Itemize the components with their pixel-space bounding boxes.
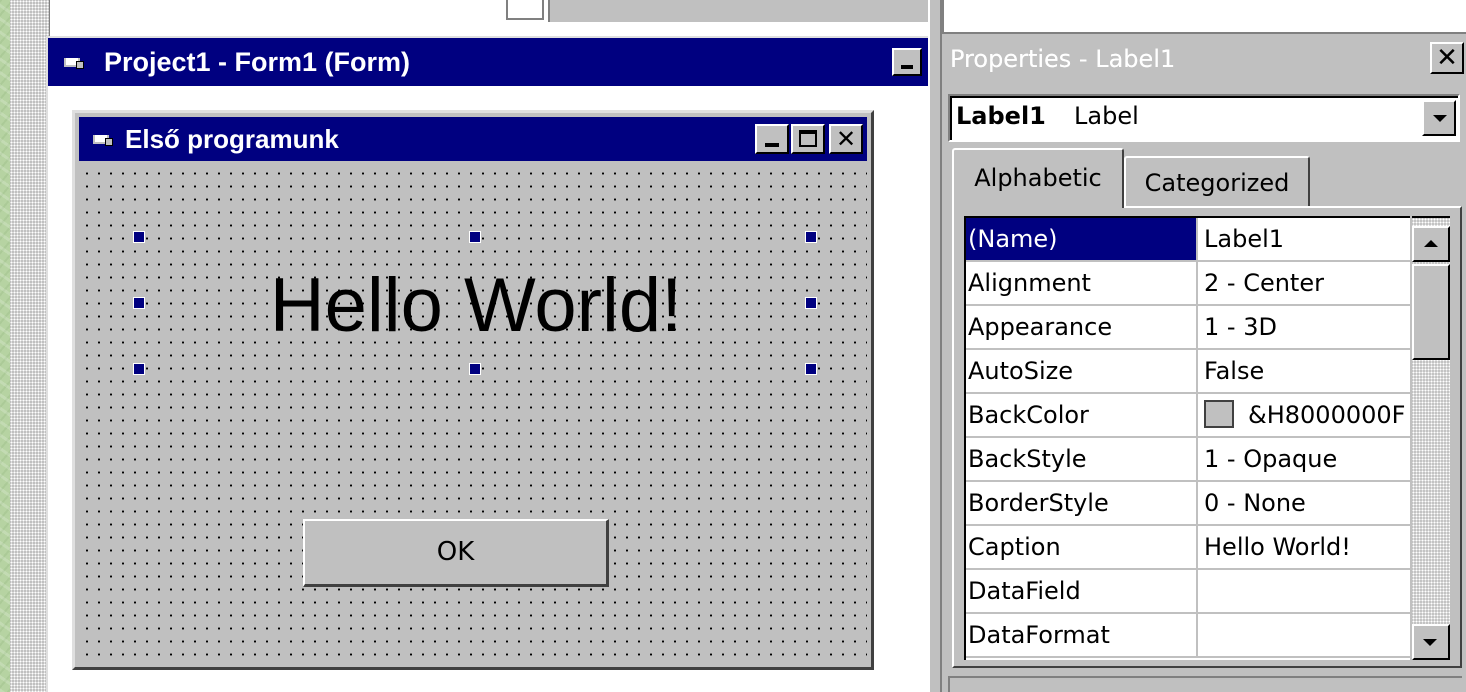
property-grid: (Name) Label1 Alignment 2 - Center Appearanc… — [964, 216, 1410, 660]
form1-close-button[interactable]: ✕ — [829, 124, 863, 154]
properties-window: Properties - Label1 ✕ Label1 Label Alpha… — [942, 0, 1466, 692]
resize-handle[interactable] — [133, 231, 145, 243]
ide-top-panel — [548, 0, 928, 22]
scroll-down-icon — [1423, 639, 1437, 646]
minimize-icon — [901, 65, 913, 69]
resize-handle[interactable] — [469, 363, 481, 375]
property-value-text: &H8000000F — [1248, 401, 1406, 429]
property-row[interactable]: BackColor &H8000000F — [966, 394, 1410, 438]
object-selector-dropdown-button[interactable] — [1422, 100, 1456, 136]
dropdown-arrow-icon — [1433, 115, 1447, 122]
property-value[interactable]: &H8000000F — [1200, 394, 1410, 436]
property-row[interactable]: BorderStyle 0 - None — [966, 482, 1410, 526]
ide-mdi-area: Project1 - Form1 (Form) Első programunk — [10, 0, 928, 692]
property-row[interactable]: (Name) Label1 — [966, 218, 1410, 262]
property-row[interactable]: Appearance 1 - 3D — [966, 306, 1410, 350]
form1-window[interactable]: Első programunk ✕ Hello World! OK — [72, 110, 874, 670]
form-icon — [91, 129, 115, 147]
tab-categorized[interactable]: Categorized — [1124, 156, 1310, 206]
selected-object-name: Label1 — [956, 102, 1046, 130]
form1-minimize-button[interactable] — [755, 124, 789, 154]
resize-handle[interactable] — [133, 363, 145, 375]
property-value[interactable]: 0 - None — [1200, 482, 1410, 524]
property-grid-scrollbar[interactable] — [1412, 216, 1450, 660]
scroll-up-icon — [1424, 240, 1438, 247]
property-value[interactable]: False — [1200, 350, 1410, 392]
property-name[interactable]: DataField — [966, 570, 1198, 612]
close-icon: ✕ — [835, 125, 857, 153]
property-value[interactable]: 2 - Center — [1200, 262, 1410, 304]
resize-handle[interactable] — [805, 231, 817, 243]
property-name[interactable]: AutoSize — [966, 350, 1198, 392]
property-row[interactable]: AutoSize False — [966, 350, 1410, 394]
scroll-down-button[interactable] — [1412, 624, 1450, 660]
form1-titlebar[interactable]: Első programunk ✕ — [79, 117, 867, 161]
resize-handle[interactable] — [805, 297, 817, 309]
property-name[interactable]: Appearance — [966, 306, 1198, 348]
form1-maximize-button[interactable] — [791, 124, 825, 154]
property-value[interactable]: 1 - 3D — [1200, 306, 1410, 348]
property-value[interactable]: Hello World! — [1200, 526, 1410, 568]
resize-handle[interactable] — [805, 363, 817, 375]
property-row[interactable]: Caption Hello World! — [966, 526, 1410, 570]
property-name[interactable]: BackColor — [966, 394, 1198, 436]
property-value[interactable] — [1200, 570, 1410, 612]
property-grid-frame: (Name) Label1 Alignment 2 - Center Appearanc… — [952, 206, 1462, 668]
scrollbar-thumb[interactable] — [1412, 264, 1450, 360]
properties-description-pane — [948, 676, 1462, 692]
properties-close-button[interactable]: ✕ — [1430, 42, 1464, 74]
label1-hello-world[interactable]: Hello World! — [143, 241, 809, 371]
object-selector-combo[interactable]: Label1 Label — [948, 94, 1460, 142]
property-name[interactable]: Alignment — [966, 262, 1198, 304]
property-name[interactable]: BorderStyle — [966, 482, 1198, 524]
form-designer-window: Project1 - Form1 (Form) Első programunk — [46, 36, 928, 692]
property-name[interactable]: DataFormat — [966, 614, 1198, 656]
property-row[interactable]: DataField — [966, 570, 1410, 614]
form1-design-grid[interactable]: Hello World! OK — [79, 163, 867, 663]
resize-handle[interactable] — [469, 231, 481, 243]
designer-title: Project1 - Form1 (Form) — [104, 47, 411, 77]
minimize-icon — [765, 143, 779, 147]
property-value[interactable] — [1200, 614, 1410, 656]
designer-titlebar[interactable]: Project1 - Form1 (Form) — [48, 38, 928, 86]
properties-titlebar[interactable]: Properties - Label1 ✕ — [942, 38, 1466, 80]
property-name[interactable]: Caption — [966, 526, 1198, 568]
selected-object-type: Label — [1074, 102, 1139, 130]
tab-alphabetic[interactable]: Alphabetic — [952, 148, 1124, 208]
property-value[interactable]: Label1 — [1200, 218, 1410, 260]
close-icon: ✕ — [1436, 43, 1458, 73]
ide-left-strip — [10, 0, 50, 692]
ide-top-frame — [506, 0, 544, 20]
ok-button[interactable]: OK — [303, 519, 609, 587]
scroll-up-button[interactable] — [1412, 226, 1450, 262]
form-icon — [62, 52, 86, 70]
property-row[interactable]: DataFormat — [966, 614, 1410, 658]
form1-title: Első programunk — [125, 124, 339, 154]
property-row[interactable]: Alignment 2 - Center — [966, 262, 1410, 306]
property-name[interactable]: BackStyle — [966, 438, 1198, 480]
properties-top-edge — [942, 0, 1466, 34]
properties-title: Properties - Label1 — [950, 45, 1176, 73]
property-value[interactable]: 1 - Opaque — [1200, 438, 1410, 480]
property-name[interactable]: (Name) — [966, 218, 1198, 260]
designer-minimize-button[interactable] — [892, 48, 922, 76]
color-swatch — [1204, 400, 1234, 428]
property-row[interactable]: BackStyle 1 - Opaque — [966, 438, 1410, 482]
window-splitter[interactable] — [928, 0, 942, 692]
maximize-icon — [799, 130, 817, 147]
resize-handle[interactable] — [133, 297, 145, 309]
